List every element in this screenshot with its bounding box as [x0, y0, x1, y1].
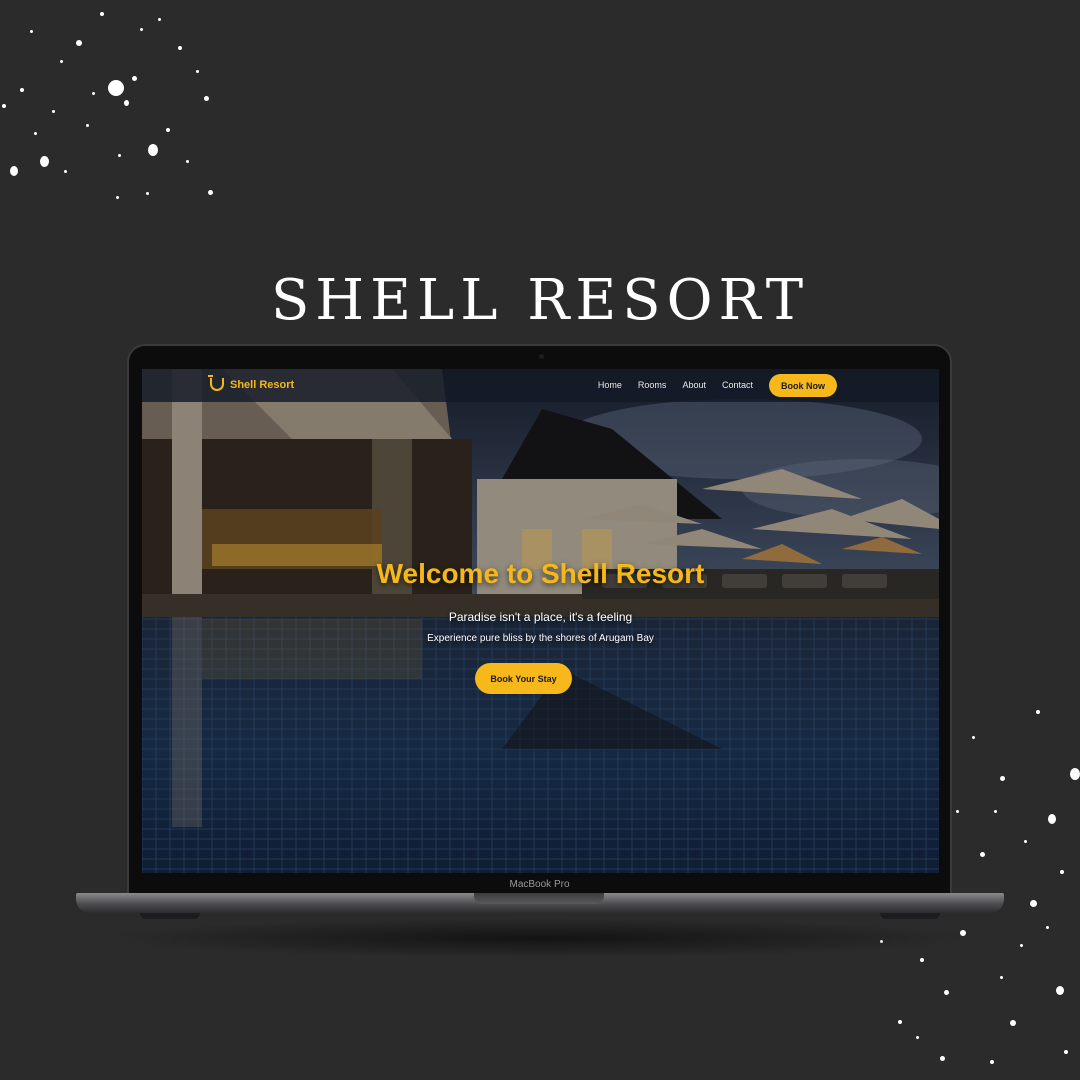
paint-splatter-top-left — [0, 0, 230, 220]
book-now-button[interactable]: Book Now — [769, 374, 837, 397]
laptop-notch — [474, 893, 604, 904]
nav-link-about[interactable]: About — [682, 380, 706, 390]
hero-subtitle: Paradise isn't a place, it's a feeling — [448, 610, 633, 624]
shell-logo-icon — [208, 375, 224, 391]
site-nav-bar: Shell Resort Home Rooms About Contact Bo… — [142, 369, 939, 402]
camera-icon — [539, 354, 544, 359]
brand-logo[interactable]: Shell Resort — [208, 375, 295, 391]
book-your-stay-button[interactable]: Book Your Stay — [475, 663, 572, 694]
laptop-foot-left — [140, 913, 200, 919]
poster-headline: SHELL RESORT — [270, 268, 810, 333]
laptop-base — [76, 893, 1004, 913]
poster-canvas: SHELL RESORT Shell Resort Home Rooms Abo… — [0, 0, 1080, 1080]
device-label: MacBook Pro — [509, 879, 570, 890]
nav-link-home[interactable]: Home — [598, 380, 622, 390]
laptop-shadow — [100, 918, 980, 958]
laptop-lid: Shell Resort Home Rooms About Contact Bo… — [127, 344, 952, 896]
laptop-foot-right — [880, 913, 940, 919]
hero-title: Welcome to Shell Resort — [376, 558, 705, 589]
nav-link-contact[interactable]: Contact — [722, 380, 753, 390]
brand-name: Shell Resort — [230, 378, 295, 391]
nav-link-rooms[interactable]: Rooms — [638, 380, 667, 390]
hero-description: Experience pure bliss by the shores of A… — [427, 633, 654, 644]
laptop-screen: Shell Resort Home Rooms About Contact Bo… — [142, 369, 939, 873]
nav-links: Home Rooms About Contact — [598, 380, 753, 390]
